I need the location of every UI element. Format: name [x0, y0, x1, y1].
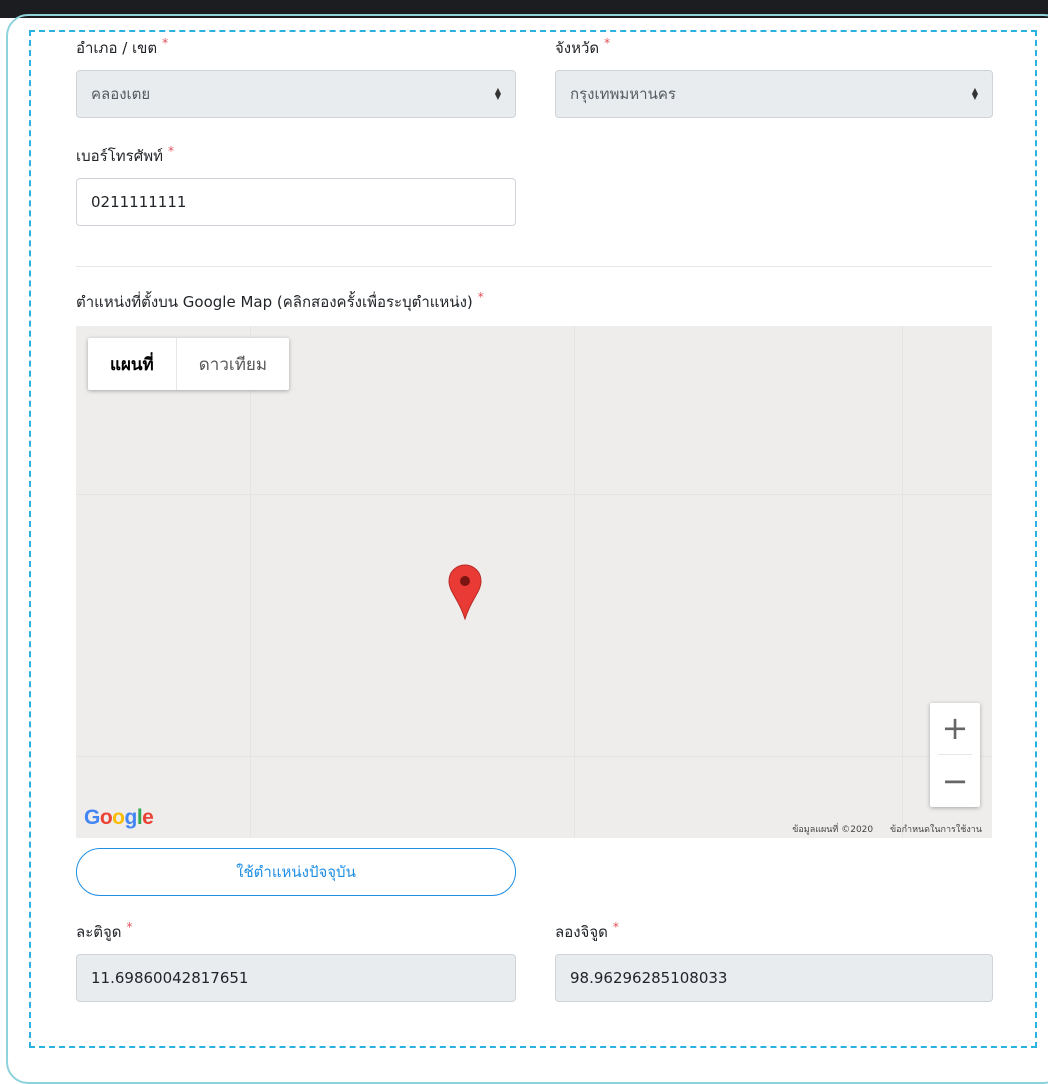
district-label: อำเภอ / เขต *	[76, 36, 169, 57]
zoom-separator	[938, 754, 972, 755]
map-location-label: ตำแหน่งที่ตั้งบน Google Map (คลิกสองครั้…	[76, 290, 484, 311]
section-divider	[76, 266, 992, 267]
select-arrows-icon: ▲ ▼	[971, 86, 978, 101]
phone-label: เบอร์โทรศัพท์ *	[76, 144, 175, 165]
phone-input[interactable]: 0211111111	[76, 178, 516, 226]
select-arrows-icon: ▲ ▼	[494, 86, 501, 101]
latitude-label: ละติจูด *	[76, 920, 133, 941]
google-logo-letter: e	[142, 806, 154, 829]
zoom-control: + −	[930, 703, 980, 807]
zoom-out-button[interactable]: −	[930, 756, 980, 806]
map-pin-icon[interactable]	[448, 564, 482, 620]
province-select[interactable]: กรุงเทพมหานคร ▲ ▼	[555, 70, 993, 118]
longitude-input[interactable]: 98.96296285108033	[555, 954, 993, 1002]
map-terms-link[interactable]: ข้อกำหนดในการใช้งาน	[890, 825, 982, 835]
map-grid-line	[574, 326, 575, 838]
district-select[interactable]: คลองเตย ▲ ▼	[76, 70, 516, 118]
map-type-satellite-button[interactable]: ดาวเทียม	[177, 338, 289, 390]
map-type-map-button[interactable]: แผนที่	[88, 338, 177, 390]
map-data-attribution: ข้อมูลแผนที่ ©2020	[792, 825, 874, 835]
map-grid-line	[250, 326, 251, 838]
use-current-location-button[interactable]: ใช้ตำแหน่งปัจจุบัน	[76, 848, 516, 896]
map-grid-line	[902, 326, 903, 838]
google-map[interactable]: แผนที่ ดาวเทียม + − Google ข้อมูลแผนที่ …	[76, 326, 992, 838]
map-grid-line	[76, 756, 992, 757]
latitude-input[interactable]: 11.69860042817651	[76, 954, 516, 1002]
map-grid-line	[76, 494, 992, 495]
google-logo-letter: g	[124, 806, 138, 829]
province-label: จังหวัด *	[555, 36, 611, 57]
zoom-in-button[interactable]: +	[930, 703, 980, 753]
google-logo-letter: G	[84, 806, 100, 829]
longitude-label: ลองจิจูด *	[555, 920, 619, 941]
google-logo: Google	[84, 806, 154, 830]
map-footer: ข้อมูลแผนที่ ©2020 ข้อกำหนดในการใช้งาน	[778, 822, 982, 836]
google-logo-letter: o	[112, 806, 125, 829]
google-logo-letter: o	[99, 806, 113, 829]
map-type-control: แผนที่ ดาวเทียม	[88, 338, 290, 390]
